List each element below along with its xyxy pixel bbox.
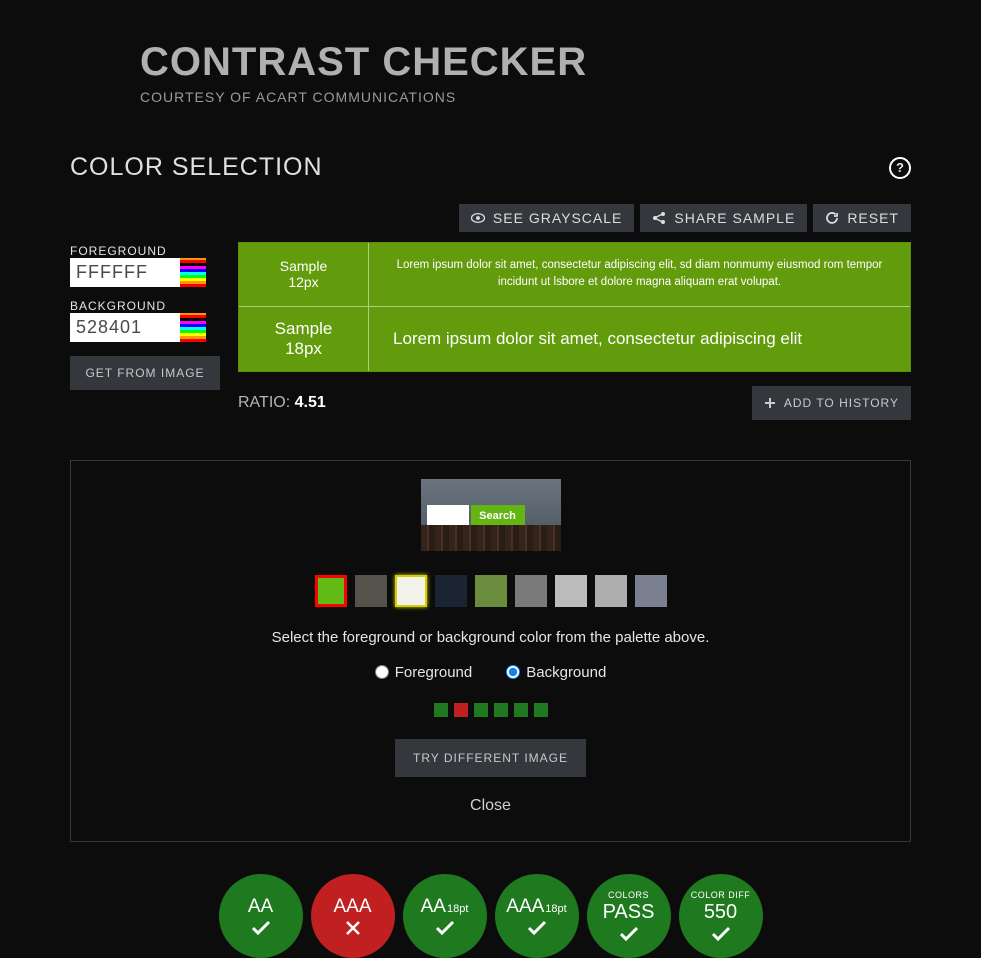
page-title: CONTRAST CHECKER: [140, 40, 911, 85]
results-row: AAAAAAA18ptAAA18ptCOLORSPASSCOLOR DIFF55…: [70, 874, 911, 958]
foreground-input[interactable]: [70, 258, 180, 287]
sample-18-label-a: Sample: [275, 319, 333, 339]
result-badge-1: AAA: [311, 874, 395, 958]
share-icon: [652, 211, 666, 225]
foreground-label: FOREGROUND: [70, 244, 220, 258]
palette-swatch-8[interactable]: [635, 575, 667, 607]
result-top: COLORS: [608, 890, 649, 900]
refresh-icon: [825, 211, 839, 225]
page-subtitle: COURTESY OF ACART COMMUNICATIONS: [140, 89, 911, 105]
pager-dot-0[interactable]: [434, 703, 448, 717]
pager-dot-4[interactable]: [514, 703, 528, 717]
image-source-panel: Search Select the foreground or backgrou…: [70, 460, 911, 842]
result-badge-3: AAA18pt: [495, 874, 579, 958]
section-title: COLOR SELECTION: [70, 153, 323, 182]
share-sample-label: SHARE SAMPLE: [674, 210, 795, 226]
ratio-value: 4.51: [295, 394, 326, 411]
check-icon: [251, 920, 271, 936]
palette-swatch-0[interactable]: [315, 575, 347, 607]
sample-12-text: Lorem ipsum dolor sit amet, consectetur …: [387, 257, 892, 292]
palette-swatch-7[interactable]: [595, 575, 627, 607]
get-from-image-label: GET FROM IMAGE: [85, 366, 204, 380]
palette-swatch-1[interactable]: [355, 575, 387, 607]
x-icon: [345, 920, 361, 936]
check-icon: [527, 920, 547, 936]
reset-button[interactable]: RESET: [813, 204, 911, 232]
result-label: AA18pt: [421, 896, 469, 918]
sample-18-text: Lorem ipsum dolor sit amet, consectetur …: [387, 329, 802, 349]
pager-dot-3[interactable]: [494, 703, 508, 717]
result-badge-2: AA18pt: [403, 874, 487, 958]
palette-swatch-3[interactable]: [435, 575, 467, 607]
palette-swatch-6[interactable]: [555, 575, 587, 607]
pager-dot-2[interactable]: [474, 703, 488, 717]
result-label: AAA18pt: [506, 896, 566, 918]
background-input[interactable]: [70, 313, 180, 342]
result-big: PASS: [603, 901, 655, 924]
background-radio[interactable]: Background: [506, 664, 606, 681]
add-to-history-label: ADD TO HISTORY: [784, 396, 899, 410]
foreground-radio-input[interactable]: [375, 665, 389, 679]
palette-swatch-2[interactable]: [395, 575, 427, 607]
sample-18-label-b: 18px: [285, 339, 322, 359]
sample-12-label-b: 12px: [288, 274, 318, 290]
palette-swatch-5[interactable]: [515, 575, 547, 607]
try-different-image-button[interactable]: TRY DIFFERENT IMAGE: [395, 739, 586, 777]
sample-preview: Sample 12px Lorem ipsum dolor sit amet, …: [238, 242, 911, 372]
see-grayscale-label: SEE GRAYSCALE: [493, 210, 622, 226]
see-grayscale-button[interactable]: SEE GRAYSCALE: [459, 204, 634, 232]
sample-12-label-a: Sample: [280, 258, 327, 274]
foreground-radio[interactable]: Foreground: [375, 664, 473, 681]
foreground-radio-label: Foreground: [395, 664, 473, 681]
palette-instruction: Select the foreground or background colo…: [272, 629, 710, 646]
eye-icon: [471, 211, 485, 225]
result-badge-4: COLORSPASS: [587, 874, 671, 958]
background-radio-label: Background: [526, 664, 606, 681]
share-sample-button[interactable]: SHARE SAMPLE: [640, 204, 807, 232]
pager: [434, 703, 548, 717]
add-to-history-button[interactable]: ADD TO HISTORY: [752, 386, 911, 420]
get-from-image-button[interactable]: GET FROM IMAGE: [70, 356, 220, 390]
background-radio-input[interactable]: [506, 665, 520, 679]
color-palette: [315, 575, 667, 607]
pager-dot-5[interactable]: [534, 703, 548, 717]
result-label: AAA: [333, 896, 371, 918]
close-link[interactable]: Close: [470, 797, 511, 815]
result-label: AA: [248, 896, 273, 918]
thumbnail-search-button: Search: [471, 505, 525, 527]
palette-swatch-4[interactable]: [475, 575, 507, 607]
background-color-picker[interactable]: [180, 313, 206, 342]
try-different-image-label: TRY DIFFERENT IMAGE: [413, 751, 568, 765]
background-label: BACKGROUND: [70, 299, 220, 313]
plus-icon: [764, 397, 776, 409]
result-badge-0: AA: [219, 874, 303, 958]
foreground-color-picker[interactable]: [180, 258, 206, 287]
result-big: 550: [704, 901, 737, 924]
pager-dot-1[interactable]: [454, 703, 468, 717]
check-icon: [435, 920, 455, 936]
result-badge-5: COLOR DIFF550: [679, 874, 763, 958]
result-top: COLOR DIFF: [691, 890, 751, 900]
help-icon[interactable]: ?: [889, 157, 911, 179]
reset-label: RESET: [847, 210, 899, 226]
source-image-thumbnail[interactable]: Search: [421, 479, 561, 551]
ratio-label: RATIO:: [238, 394, 295, 411]
